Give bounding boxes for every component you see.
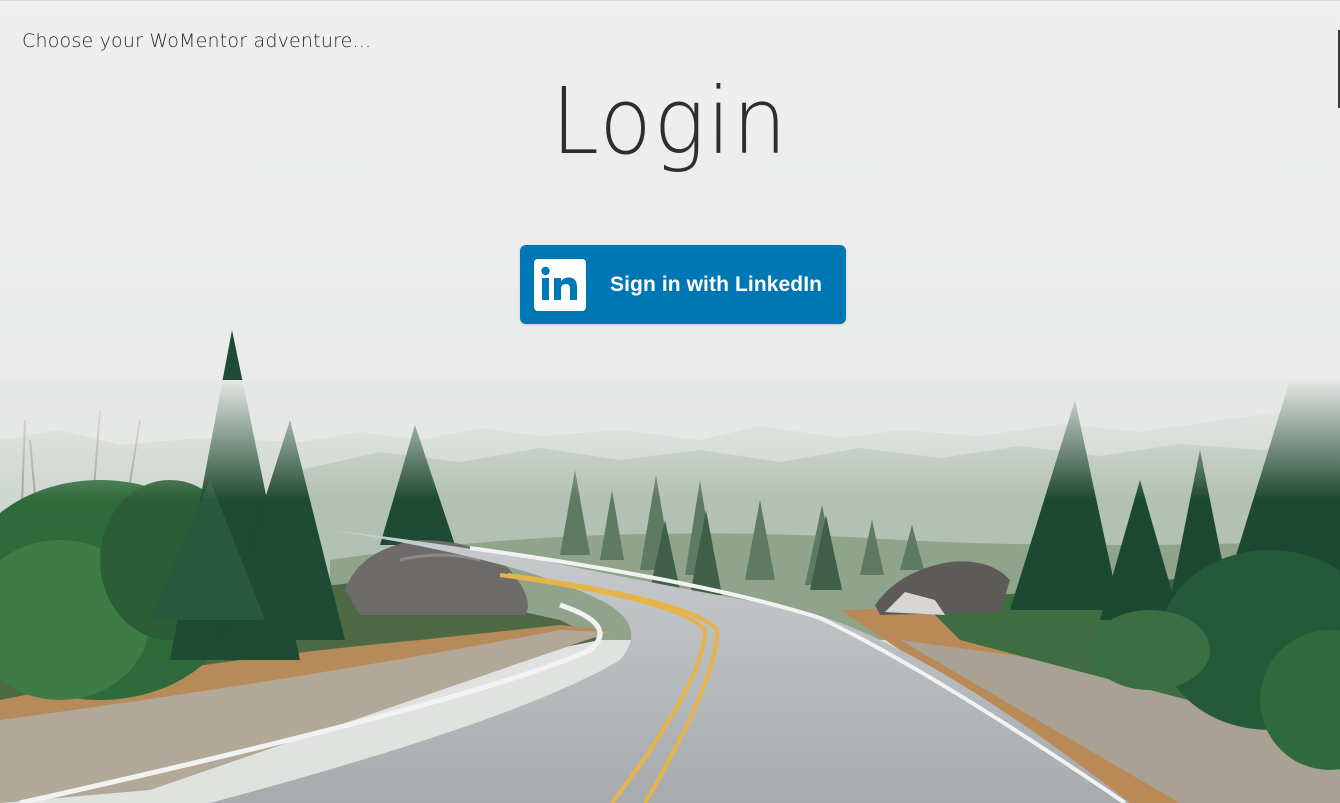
linkedin-signin-button[interactable]: Sign in with LinkedIn: [520, 245, 846, 324]
page-title: Login: [551, 68, 789, 175]
linkedin-signin-label: Sign in with LinkedIn: [610, 272, 823, 296]
tagline: Choose your WoMentor adventure...: [22, 30, 372, 52]
top-border: [0, 0, 1340, 1]
linkedin-icon: [534, 258, 586, 311]
